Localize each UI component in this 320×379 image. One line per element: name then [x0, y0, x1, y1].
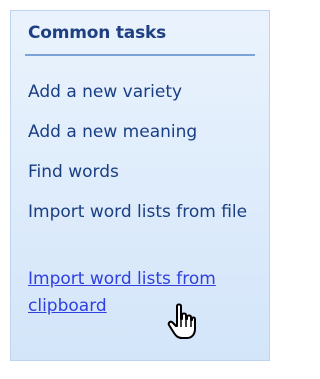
task-find-words[interactable]: Find words	[28, 159, 268, 186]
task-import-word-lists-from-file[interactable]: Import word lists from file	[28, 199, 268, 226]
common-tasks-title: Common tasks	[28, 23, 167, 43]
common-tasks-panel: Common tasks Add a new variety Add a new…	[10, 10, 270, 361]
task-import-word-lists-from-clipboard[interactable]: Import word lists from clipboard	[28, 266, 268, 320]
title-divider	[25, 54, 255, 56]
task-add-new-meaning[interactable]: Add a new meaning	[28, 119, 268, 146]
task-add-new-variety[interactable]: Add a new variety	[28, 79, 268, 106]
hand-pointer-icon	[167, 303, 196, 339]
